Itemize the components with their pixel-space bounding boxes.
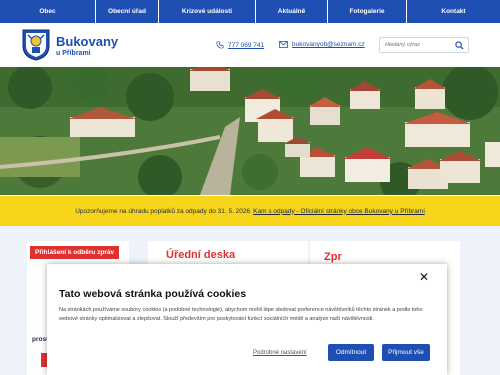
cookie-settings-link[interactable]: Podrobné nastavení (253, 350, 307, 356)
nav-item-krizove-udalosti[interactable]: Krizové události (159, 0, 256, 23)
brand-name[interactable]: Bukovany (56, 34, 118, 49)
close-icon[interactable]: ✕ (419, 270, 429, 284)
phone-number: 777 069 741 (228, 41, 265, 49)
nav-item-obec[interactable]: Obec (0, 0, 96, 23)
nav-item-fotogalerie[interactable]: Fotogalerie (328, 0, 407, 23)
official-board-title[interactable]: Úřední deska (166, 249, 235, 261)
contact-email[interactable]: bukovanyob@seznam.cz (279, 41, 365, 48)
search-box (379, 37, 469, 53)
cookie-title: Tato webová stránka používá cookies (59, 288, 247, 300)
phone-icon (216, 41, 224, 49)
subscribe-text: prost (32, 336, 49, 343)
reject-button[interactable]: Odmítnout (328, 344, 374, 361)
mail-icon (279, 41, 288, 48)
notice-text: Upozorňujeme na úhradu poplatků za odpad… (75, 207, 251, 215)
notice-bar: Upozorňujeme na úhradu poplatků za odpad… (0, 196, 500, 226)
site-header: Bukovany u Příbrami 777 069 741 bukovany… (0, 23, 500, 67)
nav-item-aktualne[interactable]: Aktuálně (256, 0, 328, 23)
search-input[interactable] (385, 42, 455, 48)
cookie-consent-dialog: ✕ Tato webová stránka používá cookies Na… (47, 264, 447, 375)
coat-of-arms-logo[interactable] (22, 29, 50, 61)
subscribe-heading[interactable]: Přihlášení k odběru zpráv (30, 246, 120, 259)
contact-phone[interactable]: 777 069 741 (216, 41, 264, 49)
notice-link[interactable]: Kam s odpady - Oficiální stránky obce Bu… (253, 208, 425, 215)
accept-all-button[interactable]: Přijmout vše (382, 344, 430, 361)
nav-item-kontakt[interactable]: Kontakt (407, 0, 500, 23)
nav-item-obecni-urad[interactable]: Obecní úřad (96, 0, 159, 23)
search-icon[interactable] (455, 40, 464, 50)
news-title[interactable]: Zpr (324, 251, 342, 263)
hero-village-photo (0, 67, 500, 195)
top-navigation: Obec Obecní úřad Krizové události Aktuál… (0, 0, 500, 23)
brand-subtitle: u Příbrami (56, 50, 91, 57)
email-address: bukovanyob@seznam.cz (292, 41, 365, 48)
cookie-description: Na stránkách používáme soubory cookies (… (59, 307, 423, 322)
